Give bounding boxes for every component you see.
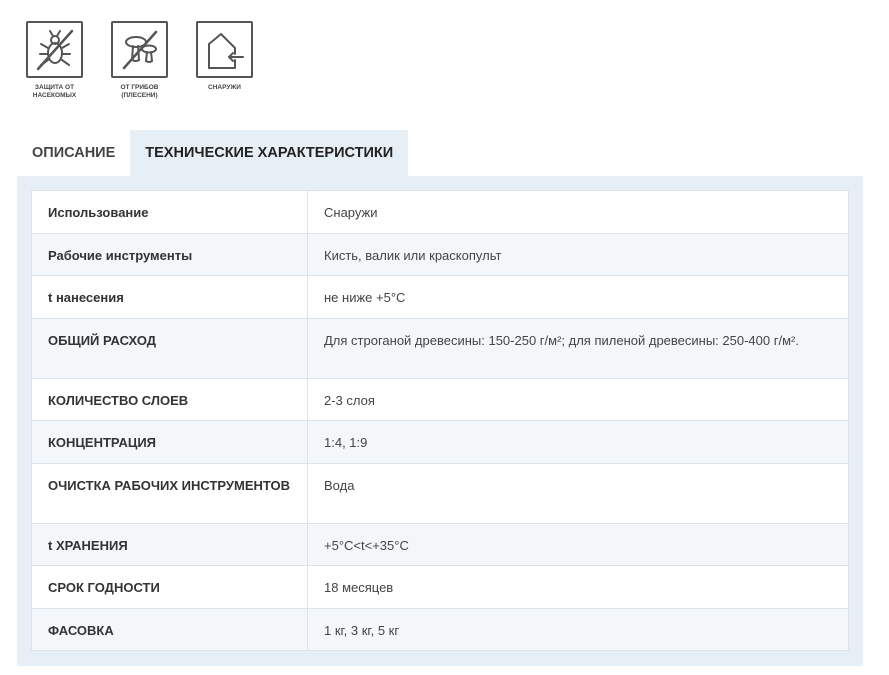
feature-icons: ЗАЩИТА ОТ НАСЕКОМЫХ ОТ ГРИБОВ (ПЛЕСЕНИ) … xyxy=(26,21,267,100)
spec-value: 1 кг, 3 кг, 5 кг xyxy=(307,608,849,651)
spec-key: ОБЩИЙ РАСХОД xyxy=(31,318,308,379)
tab-specifications[interactable]: ТЕХНИЧЕСКИЕ ХАРАКТЕРИСТИКИ xyxy=(130,130,409,176)
icon-caption: ОТ ГРИБОВ (ПЛЕСЕНИ) xyxy=(120,84,159,99)
icon-caption: СНАРУЖИ xyxy=(208,84,241,91)
feature-insects: ЗАЩИТА ОТ НАСЕКОМЫХ xyxy=(12,21,97,100)
spec-value: не ниже +5°C xyxy=(307,275,849,319)
spec-key: Рабочие инструменты xyxy=(31,233,308,276)
spec-value: Вода xyxy=(307,463,849,524)
table-row: t нанесения не ниже +5°C xyxy=(31,275,849,319)
spec-key: Использование xyxy=(31,190,308,234)
product-tabs: ОПИСАНИЕ ТЕХНИЧЕСКИЕ ХАРАКТЕРИСТИКИ xyxy=(17,130,409,176)
spec-key: КОНЦЕНТРАЦИЯ xyxy=(31,420,308,464)
spec-key: СРОК ГОДНОСТИ xyxy=(31,565,308,609)
table-row: Рабочие инструменты Кисть, валик или кра… xyxy=(31,233,849,276)
feature-fungus: ОТ ГРИБОВ (ПЛЕСЕНИ) xyxy=(97,21,182,100)
table-row: ОБЩИЙ РАСХОД Для строганой древесины: 15… xyxy=(31,318,849,379)
table-row: КОЛИЧЕСТВО СЛОЕВ 2-3 слоя xyxy=(31,378,849,421)
table-row: СРОК ГОДНОСТИ 18 месяцев xyxy=(31,565,849,609)
spec-value: 1:4, 1:9 xyxy=(307,420,849,464)
icon-caption: ЗАЩИТА ОТ НАСЕКОМЫХ xyxy=(32,84,77,99)
specifications-table: Использование Снаружи Рабочие инструмент… xyxy=(31,190,849,651)
tab-description[interactable]: ОПИСАНИЕ xyxy=(17,130,130,176)
table-row: ФАСОВКА 1 кг, 3 кг, 5 кг xyxy=(31,608,849,651)
spec-key: ОЧИСТКА РАБОЧИХ ИНСТРУМЕНТОВ xyxy=(31,463,308,524)
table-row: КОНЦЕНТРАЦИЯ 1:4, 1:9 xyxy=(31,420,849,464)
spec-value: Для строганой древесины: 150-250 г/м²; д… xyxy=(307,318,849,379)
spec-value: Снаружи xyxy=(307,190,849,234)
fungus-protection-icon xyxy=(111,21,168,78)
feature-outdoor: СНАРУЖИ xyxy=(182,21,267,100)
insect-protection-icon xyxy=(26,21,83,78)
spec-key: t ХРАНЕНИЯ xyxy=(31,523,308,566)
spec-value: 18 месяцев xyxy=(307,565,849,609)
spec-key: t нанесения xyxy=(31,275,308,319)
table-row: ОЧИСТКА РАБОЧИХ ИНСТРУМЕНТОВ Вода xyxy=(31,463,849,524)
spec-key: ФАСОВКА xyxy=(31,608,308,651)
outdoor-use-icon xyxy=(196,21,253,78)
spec-key: КОЛИЧЕСТВО СЛОЕВ xyxy=(31,378,308,421)
table-row: Использование Снаружи xyxy=(31,190,849,234)
spec-value: 2-3 слоя xyxy=(307,378,849,421)
specifications-panel: Использование Снаружи Рабочие инструмент… xyxy=(17,176,863,666)
table-row: t ХРАНЕНИЯ +5°C<t<+35°C xyxy=(31,523,849,566)
spec-value: Кисть, валик или краскопульт xyxy=(307,233,849,276)
spec-value: +5°C<t<+35°C xyxy=(307,523,849,566)
